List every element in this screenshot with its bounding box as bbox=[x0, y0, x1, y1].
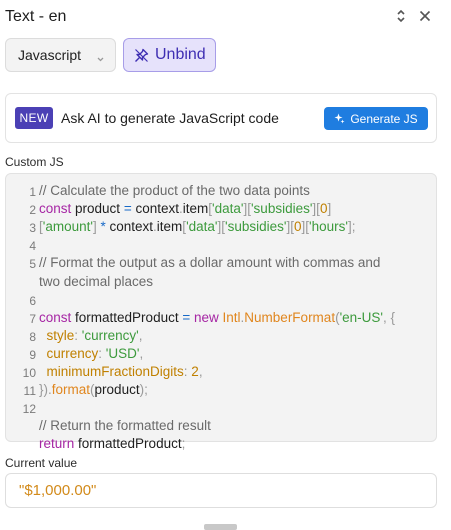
code-line: 12 bbox=[6, 400, 438, 418]
code-line: 9 currency: 'USD', bbox=[6, 346, 438, 364]
line-number: 7 bbox=[29, 311, 36, 326]
ai-prompt-card: NEW Ask AI to generate JavaScript code G… bbox=[5, 93, 437, 143]
chevron-down-icon bbox=[96, 51, 105, 67]
code-text: ['amount'] * context.item['data']['subsi… bbox=[39, 219, 356, 235]
code-text: }).format(product); bbox=[39, 382, 148, 398]
code-line: // Return the formatted result bbox=[6, 418, 438, 436]
code-text: return formattedProduct; bbox=[39, 436, 186, 452]
code-text: two decimal places bbox=[39, 273, 154, 289]
language-select-value: Javascript bbox=[18, 47, 82, 63]
code-line: 5// Format the output as a dollar amount… bbox=[6, 255, 438, 273]
code-line: 10 minimumFractionDigits: 2, bbox=[6, 364, 438, 382]
code-text: style: 'currency', bbox=[39, 327, 143, 343]
code-text: const formattedProduct = new Intl.Number… bbox=[39, 309, 396, 325]
line-number: 6 bbox=[29, 293, 36, 308]
code-line: 8 style: 'currency', bbox=[6, 328, 438, 346]
current-value-label: Current value bbox=[5, 456, 78, 470]
current-value-field: "$1,000.00" bbox=[5, 473, 437, 508]
line-number: 1 bbox=[29, 185, 36, 199]
code-text: // Calculate the product of the two data… bbox=[39, 183, 310, 198]
generate-js-button[interactable]: Generate JS bbox=[324, 107, 428, 130]
new-badge: NEW bbox=[15, 107, 53, 129]
custom-js-label: Custom JS bbox=[5, 155, 64, 169]
line-number: 10 bbox=[22, 366, 36, 380]
toolbar: Javascript Unbind bbox=[5, 38, 445, 72]
current-value-text: "$1,000.00" bbox=[19, 482, 97, 499]
line-number: 11 bbox=[23, 384, 36, 399]
code-line: two decimal places bbox=[6, 274, 438, 292]
code-line: 6 bbox=[6, 292, 438, 310]
code-text: // Return the formatted result bbox=[39, 418, 211, 434]
expand-collapse-icon[interactable] bbox=[393, 8, 409, 24]
line-number: 12 bbox=[22, 402, 36, 417]
ai-prompt-text: Ask AI to generate JavaScript code bbox=[61, 110, 279, 126]
language-select[interactable]: Javascript bbox=[5, 38, 116, 72]
panel-title: Text - en bbox=[5, 8, 67, 25]
code-line: 11}).format(product); bbox=[6, 382, 438, 400]
line-number: 2 bbox=[29, 203, 36, 218]
code-line: 3 ['amount'] * context.item['data']['subs… bbox=[6, 219, 438, 237]
code-editor[interactable]: 1// Calculate the product of the two dat… bbox=[5, 173, 438, 451]
panel-header: Text - en bbox=[0, 0, 451, 34]
line-number: 4 bbox=[29, 239, 36, 254]
code-line: return formattedProduct; bbox=[6, 436, 438, 454]
line-number: 8 bbox=[29, 329, 36, 344]
code-line: 1// Calculate the product of the two dat… bbox=[6, 183, 438, 201]
code-text: currency: 'USD', bbox=[39, 345, 144, 361]
line-number: 3 bbox=[29, 221, 36, 236]
code-line: 7 const formattedProduct = new Intl.Numbe… bbox=[6, 310, 438, 328]
unbind-button[interactable]: Unbind bbox=[123, 38, 216, 72]
line-number: 9 bbox=[29, 347, 36, 362]
code-line: 4 bbox=[6, 237, 438, 255]
unbind-label: Unbind bbox=[155, 46, 206, 63]
unpin-icon bbox=[134, 48, 149, 63]
close-icon[interactable] bbox=[417, 8, 433, 24]
resize-handle[interactable] bbox=[204, 524, 237, 530]
line-number: 5 bbox=[29, 257, 36, 272]
generate-js-label: Generate JS bbox=[350, 111, 418, 126]
sparkle-icon bbox=[334, 113, 345, 124]
code-text: // Format the output as a dollar amount … bbox=[39, 255, 381, 271]
code-text: minimumFractionDigits: 2, bbox=[39, 364, 203, 379]
code-text: const product = context.item['data']['su… bbox=[39, 201, 332, 217]
code-line: 2 const product = context.item['data']['s… bbox=[6, 201, 438, 219]
